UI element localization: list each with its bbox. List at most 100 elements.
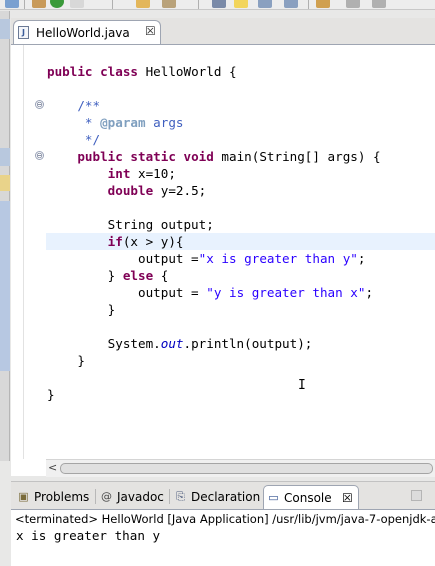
code-token: args <box>145 115 184 130</box>
tab-console[interactable]: ▭ Console ☒ <box>263 485 359 509</box>
code-token: { <box>153 268 169 283</box>
console-icon: ▭ <box>268 491 279 504</box>
toolbar-separator <box>24 0 25 9</box>
java-editor: ⊖ ⊖ public class HelloWorld { /** * @par… <box>11 44 435 477</box>
tab-declaration[interactable]: ⎘ Declaration <box>171 485 263 509</box>
code-line: */ <box>47 131 100 148</box>
code-token: @param <box>100 115 146 130</box>
console-output-area[interactable]: x is greater than y <box>11 528 435 566</box>
strip-marker <box>0 175 10 191</box>
fold-collapse-icon[interactable]: ⊖ <box>35 100 44 109</box>
code-token: } <box>47 387 55 402</box>
pin-icon[interactable] <box>284 0 298 8</box>
code-line: if(x > y){ <box>47 233 184 250</box>
console-output: x is greater than y <box>16 528 161 543</box>
toolbar-separator <box>198 0 199 9</box>
new-package-icon[interactable] <box>32 0 46 8</box>
save-icon[interactable] <box>258 0 272 8</box>
code-line: output = "y is greater than x"; <box>47 284 373 301</box>
code-token: ; <box>357 251 366 266</box>
code-token: } <box>47 353 85 368</box>
editor-ruler <box>11 45 24 459</box>
strip-marker <box>0 19 10 39</box>
code-line: System.out.println(output); <box>47 335 313 352</box>
code-token: double <box>107 183 161 198</box>
tab-separator <box>169 489 170 504</box>
code-line: public class HelloWorld { <box>47 63 237 80</box>
code-line: } else { <box>47 267 169 284</box>
code-token: out <box>160 336 184 351</box>
code-line: } <box>47 386 55 403</box>
java-file-icon: J <box>18 26 29 39</box>
toolbar-separator <box>112 0 113 9</box>
code-token: "y is greater than x" <box>206 285 366 300</box>
editor-tab-row: J HelloWorld.java ☒ <box>11 18 435 44</box>
code-area[interactable]: public class HelloWorld { /** * @param a… <box>46 45 435 459</box>
highlight-icon[interactable] <box>234 0 248 8</box>
problems-icon: ▣ <box>18 490 29 503</box>
open-folder-icon[interactable] <box>136 0 150 8</box>
tab-label: Declaration <box>191 490 261 504</box>
package-explorer-strip <box>0 11 10 461</box>
code-line: double y=2.5; <box>47 182 207 199</box>
javadoc-icon: @ <box>101 490 112 503</box>
run-icon[interactable] <box>50 0 64 8</box>
code-line: /** <box>47 97 100 114</box>
code-token: String output; <box>47 217 214 232</box>
tab-label: Javadoc <box>117 490 164 504</box>
code-token: .println(output); <box>183 336 313 351</box>
search-icon[interactable] <box>162 0 176 8</box>
tab-javadoc[interactable]: @ Javadoc <box>97 485 169 509</box>
code-token: x=10; <box>138 166 176 181</box>
code-token: public class <box>47 64 146 79</box>
code-token: else <box>122 268 154 283</box>
code-token: "x is greater than y" <box>198 251 358 266</box>
code-token: (x > y){ <box>122 234 184 249</box>
debug-icon[interactable] <box>212 0 226 8</box>
new-icon[interactable] <box>70 0 84 8</box>
search-small-icon[interactable] <box>346 0 360 8</box>
code-token: HelloWorld { <box>145 64 237 79</box>
code-line: output ="x is greater than y"; <box>47 250 366 267</box>
code-line: public static void main(String[] args) { <box>47 148 381 165</box>
tab-helloworld-java[interactable]: J HelloWorld.java ☒ <box>13 20 161 44</box>
tab-label: Problems <box>34 490 90 504</box>
code-line: * @param args <box>47 114 184 131</box>
main-toolbar <box>0 0 435 10</box>
code-token: } <box>47 302 116 317</box>
code-token: main(String[] args) { <box>221 149 381 164</box>
close-icon[interactable]: ☒ <box>342 491 353 505</box>
view-tab-row: ▣ Problems @ Javadoc ⎘ Declaration ▭ Con… <box>11 481 435 509</box>
navigate-back-icon[interactable] <box>5 0 19 8</box>
next-annotation-icon[interactable] <box>372 0 386 8</box>
tab-separator <box>95 489 96 504</box>
code-token: } <box>47 268 123 283</box>
horizontal-scrollbar[interactable]: < <box>46 459 435 477</box>
code-line: String output; <box>47 216 214 233</box>
code-token: int <box>107 166 139 181</box>
close-icon[interactable]: ☒ <box>145 24 156 38</box>
code-token: y=2.5; <box>160 183 207 198</box>
tab-problems[interactable]: ▣ Problems <box>14 485 96 509</box>
scrollbar-thumb[interactable] <box>60 463 433 474</box>
fold-collapse-icon[interactable]: ⊖ <box>35 151 44 160</box>
code-token: /** <box>47 98 101 113</box>
scroll-left-icon[interactable]: < <box>48 461 57 474</box>
code-token: * <box>47 115 101 130</box>
declaration-icon: ⎘ <box>176 490 185 503</box>
code-token: System. <box>47 336 161 351</box>
terminate-icon[interactable] <box>411 490 422 501</box>
code-token: output = <box>47 285 207 300</box>
tab-label: HelloWorld.java <box>36 26 130 40</box>
console-header: <terminated> HelloWorld [Java Applicatio… <box>11 509 435 528</box>
properties-icon[interactable] <box>316 0 330 8</box>
console-status: <terminated> HelloWorld [Java Applicatio… <box>15 512 435 526</box>
strip-marker <box>0 148 10 166</box>
code-line: } <box>47 352 85 369</box>
tab-label: Console <box>284 491 332 505</box>
toolbar-separator <box>308 0 309 9</box>
code-line: int x=10; <box>47 165 176 182</box>
